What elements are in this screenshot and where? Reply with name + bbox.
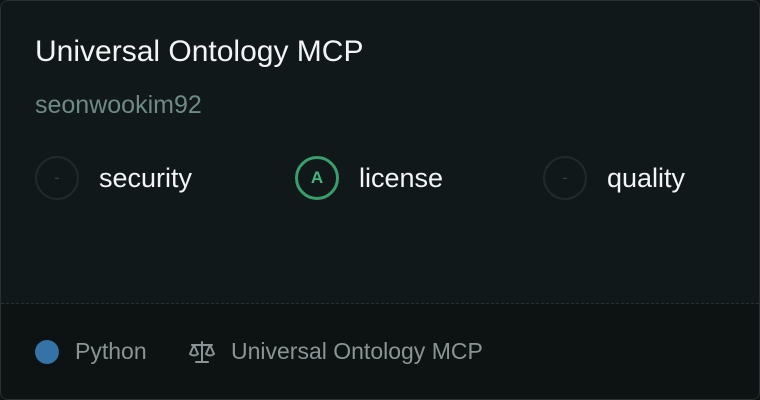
score-quality: - quality — [543, 154, 685, 202]
quality-grade-badge: - — [543, 156, 587, 200]
language-dot-icon — [35, 340, 59, 364]
license-label: license — [359, 162, 444, 193]
language-name: Python — [75, 338, 147, 364]
security-label: security — [99, 162, 193, 193]
server-card[interactable]: Universal Ontology MCP seonwookim92 - se… — [0, 0, 760, 400]
license-grade-badge: A — [295, 156, 339, 200]
server-title[interactable]: Universal Ontology MCP — [35, 35, 363, 69]
quality-label: quality — [607, 162, 686, 193]
score-security: - security — [35, 154, 192, 202]
score-license: A license — [295, 154, 443, 202]
license-name: Universal Ontology MCP — [231, 338, 483, 364]
scale-icon — [189, 341, 215, 363]
server-author[interactable]: seonwookim92 — [35, 91, 202, 120]
security-grade-badge: - — [35, 156, 79, 200]
card-footer: Python Universal Ontology MCP — [1, 304, 759, 399]
